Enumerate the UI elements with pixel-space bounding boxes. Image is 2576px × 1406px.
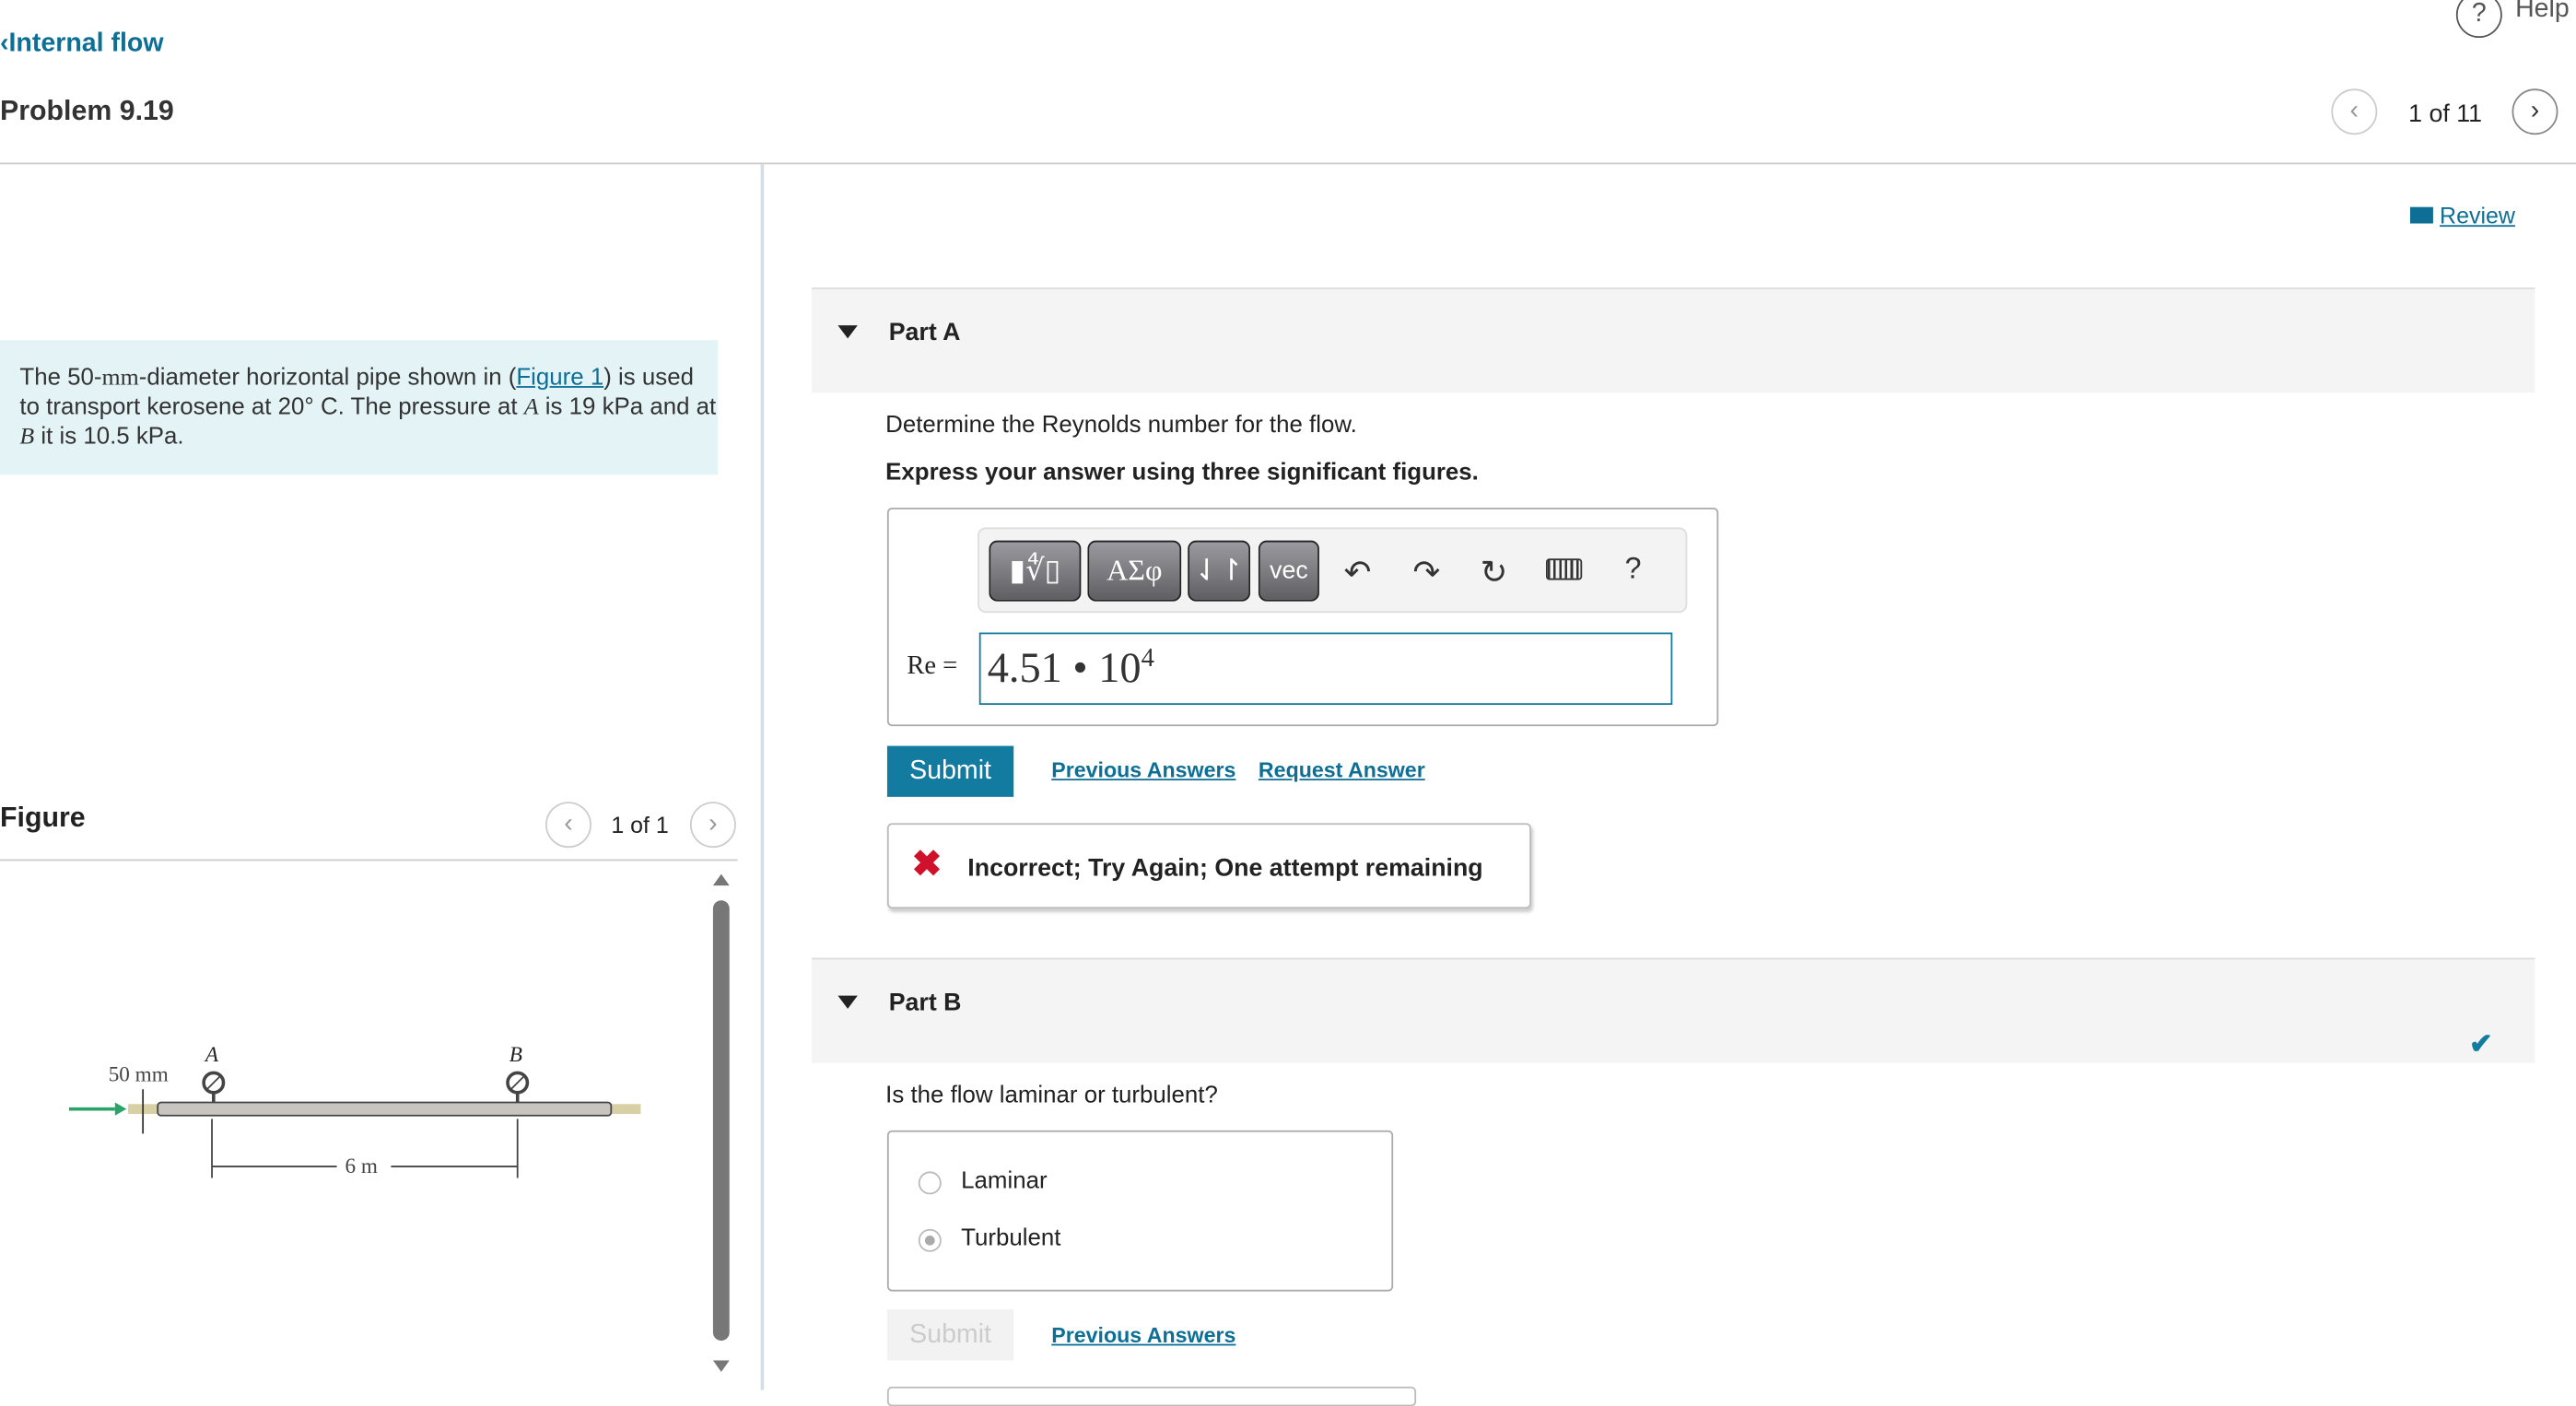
collapse-icon bbox=[837, 995, 858, 1009]
answer-input[interactable]: 4.51 • 104 bbox=[978, 632, 1673, 705]
correct-check-icon: ✔ bbox=[2469, 1028, 2493, 1060]
problem-title: Problem 9.19 bbox=[0, 95, 174, 127]
problem-statement: The 50-mm-diameter horizontal pipe shown… bbox=[0, 340, 719, 475]
figure-link[interactable]: Figure 1 bbox=[516, 365, 603, 392]
label-length: 6 m bbox=[345, 1153, 378, 1178]
request-answer-link[interactable]: Request Answer bbox=[1259, 757, 1425, 782]
help-link[interactable]: Help bbox=[2515, 0, 2570, 25]
previous-answers-link-b[interactable]: Previous Answers bbox=[1051, 1322, 1235, 1347]
figure-pagination: 1 of 1 bbox=[611, 811, 669, 838]
figure-heading: Figure bbox=[0, 802, 86, 834]
help-button[interactable]: ? bbox=[1625, 552, 1642, 586]
prev-problem-button[interactable]: ‹ bbox=[2331, 88, 2378, 135]
scrollbar-thumb[interactable] bbox=[712, 900, 730, 1342]
part-a-question: Determine the Reynolds number for the fl… bbox=[885, 412, 1357, 439]
keyboard-icon[interactable] bbox=[1545, 558, 1583, 580]
feedback-box: ✖ Incorrect; Try Again; One attempt rema… bbox=[886, 823, 1531, 909]
prev-figure-button[interactable]: ‹ bbox=[545, 802, 591, 849]
part-a-header[interactable]: Part A bbox=[811, 287, 2535, 393]
options-box: Laminar Turbulent bbox=[886, 1130, 1394, 1292]
vec-button[interactable]: vec bbox=[1258, 540, 1319, 602]
variable-label: Re = bbox=[907, 651, 958, 681]
math-toolbar: ▮∜▯ ΑΣφ ⇃↾ vec ↶ ↷ ↻ ? bbox=[978, 527, 1688, 614]
radio-laminar[interactable] bbox=[918, 1171, 942, 1195]
pane-divider[interactable] bbox=[760, 164, 765, 1390]
feedback-text: Incorrect; Try Again; One attempt remain… bbox=[967, 854, 1483, 883]
review-link[interactable]: Review bbox=[2409, 202, 2515, 228]
label-diameter: 50 mm bbox=[108, 1060, 169, 1086]
label-a: A bbox=[205, 1041, 219, 1067]
back-link[interactable]: ‹Internal flow bbox=[0, 29, 164, 59]
next-problem-button[interactable]: › bbox=[2512, 88, 2558, 135]
answer-box: ▮∜▯ ΑΣφ ⇃↾ vec ↶ ↷ ↻ ? Re = 4.51 • 104 bbox=[886, 508, 1719, 727]
pipe bbox=[157, 1101, 613, 1117]
greek-button[interactable]: ΑΣφ bbox=[1087, 540, 1182, 602]
next-box-edge bbox=[886, 1387, 1417, 1406]
templates-button[interactable]: ▮∜▯ bbox=[989, 540, 1082, 602]
previous-answers-link[interactable]: Previous Answers bbox=[1051, 757, 1235, 782]
back-link-label: Internal flow bbox=[8, 29, 164, 58]
arrows-button[interactable]: ⇃↾ bbox=[1188, 540, 1251, 602]
label-b: B bbox=[509, 1041, 522, 1067]
radio-turbulent[interactable] bbox=[918, 1228, 942, 1252]
undo-icon[interactable]: ↶ bbox=[1344, 552, 1372, 593]
figure-scrollbar[interactable] bbox=[711, 871, 731, 1380]
book-icon bbox=[2409, 206, 2433, 224]
next-figure-button[interactable]: › bbox=[689, 802, 736, 849]
submit-button[interactable]: Submit bbox=[886, 745, 1014, 797]
submit-button-disabled: Submit bbox=[886, 1309, 1014, 1361]
reset-icon[interactable]: ↻ bbox=[1481, 552, 1508, 593]
incorrect-icon: ✖ bbox=[911, 842, 943, 885]
collapse-icon bbox=[837, 325, 858, 339]
figure-divider bbox=[0, 859, 738, 861]
part-b-question: Is the flow laminar or turbulent? bbox=[885, 1083, 1218, 1109]
part-b-header[interactable]: Part B ✔ bbox=[811, 957, 2535, 1063]
help-icon[interactable]: ? bbox=[2455, 0, 2502, 39]
problem-pagination: 1 of 11 bbox=[2408, 100, 2482, 129]
part-a-instruction: Express your answer using three signific… bbox=[885, 460, 1479, 486]
redo-icon[interactable]: ↷ bbox=[1413, 552, 1441, 593]
header-divider bbox=[0, 162, 2576, 165]
